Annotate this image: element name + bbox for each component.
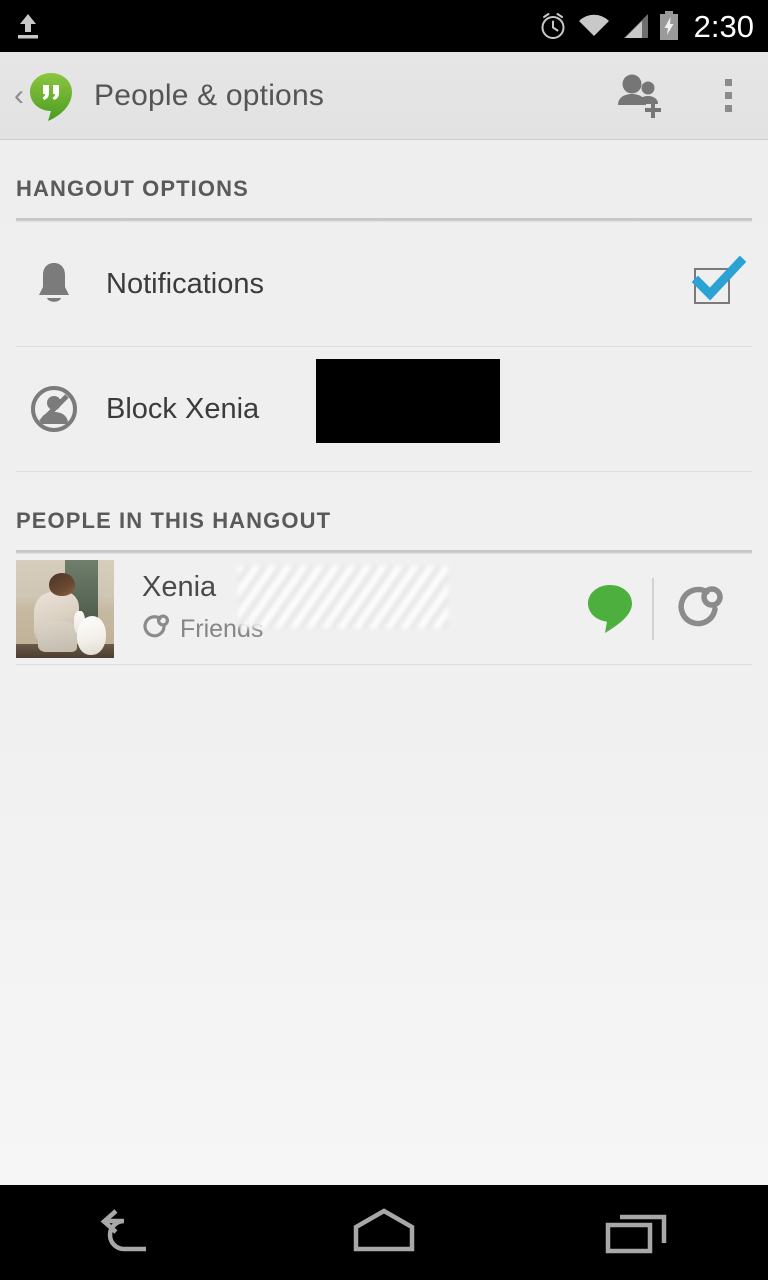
add-people-icon[interactable] — [614, 68, 670, 124]
person-row-actions — [568, 573, 746, 645]
block-icon — [16, 384, 92, 434]
cellular-signal-icon — [620, 13, 650, 39]
checkmark-icon — [690, 255, 747, 317]
circles-icon — [142, 613, 170, 646]
action-bar-actions — [614, 68, 756, 124]
name-redaction-box — [316, 359, 500, 443]
notifications-checkbox[interactable] — [690, 255, 747, 312]
upload-icon — [14, 11, 42, 41]
circles-action-icon[interactable] — [654, 582, 746, 636]
up-navigation-caret[interactable]: ‹ — [8, 80, 28, 111]
section-header-hangout-options: HANGOUT OPTIONS — [16, 176, 249, 201]
recents-icon[interactable] — [550, 1185, 730, 1280]
row-block-xenia[interactable]: Block Xenia — [0, 347, 768, 471]
avatar — [16, 560, 114, 658]
person-circle-label: Friends — [180, 614, 264, 643]
status-bar-left — [14, 11, 42, 41]
navigation-bar — [0, 1185, 768, 1280]
bell-icon — [16, 259, 92, 309]
status-bar-right: 2:30 — [538, 11, 754, 42]
row-label-block-xenia: Block Xenia — [106, 392, 260, 425]
back-icon[interactable] — [38, 1185, 218, 1280]
settings-content: HANGOUT OPTIONS Notifications Block Xeni… — [0, 140, 768, 1185]
status-bar: 2:30 — [0, 0, 768, 52]
battery-charging-icon — [659, 11, 679, 41]
page-title: People & options — [94, 78, 325, 112]
row-divider — [16, 664, 752, 665]
row-label-notifications: Notifications — [106, 267, 264, 300]
status-clock: 2:30 — [693, 8, 754, 44]
person-details: Xenia Friends — [142, 566, 568, 646]
overflow-menu-icon[interactable] — [700, 68, 756, 124]
hangouts-logo-icon[interactable] — [28, 71, 74, 121]
alarm-clock-icon — [538, 11, 568, 41]
row-notifications[interactable]: Notifications — [0, 222, 768, 346]
android-screen: 2:30 ‹ People & options HANGOUT OPTIONS … — [0, 0, 768, 1280]
person-name: Xenia — [142, 571, 217, 604]
person-circle-info: Friends — [142, 613, 568, 646]
action-bar: ‹ People & options — [0, 52, 768, 140]
green-bubble-status-icon — [568, 583, 652, 635]
section-header-people: PEOPLE IN THIS HANGOUT — [16, 508, 332, 533]
list-item-person[interactable]: Xenia Friends — [0, 554, 768, 664]
home-icon[interactable] — [294, 1185, 474, 1280]
wifi-icon — [577, 13, 611, 39]
